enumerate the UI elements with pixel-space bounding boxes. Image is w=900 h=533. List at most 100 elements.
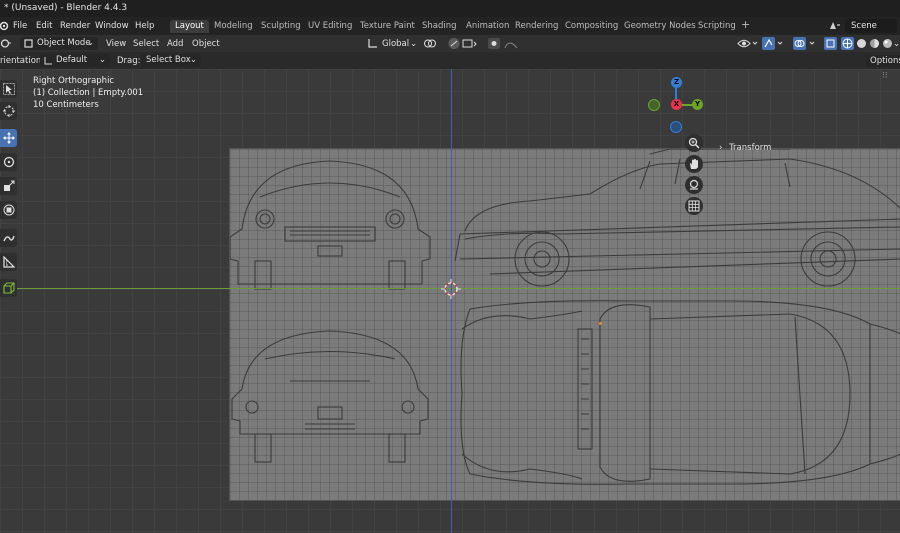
drag-dropdown[interactable]: Select Box ⌄	[141, 54, 201, 67]
blueprint-reference-image[interactable]	[229, 148, 900, 501]
3d-cursor-tool-icon	[3, 105, 15, 117]
rotate-tool[interactable]	[0, 153, 17, 171]
snap-icon[interactable]	[447, 37, 461, 50]
ruler-icon	[3, 256, 15, 268]
chevron-down-icon: ⌄	[98, 55, 106, 65]
orientation-label: rientation:	[0, 56, 45, 66]
rotate-icon	[3, 156, 15, 168]
proportional-editing-icon[interactable]	[487, 37, 501, 50]
gizmo-toggle-icon[interactable]	[762, 37, 784, 50]
viewport-header: Object Mode ⌄ View Select Add Object Glo…	[0, 35, 900, 52]
scale-icon	[4, 180, 15, 191]
scene-selector-icon[interactable]	[828, 20, 842, 31]
scale-tool[interactable]	[0, 177, 17, 195]
tab-texture-paint[interactable]: Texture Paint	[355, 20, 420, 33]
car-blueprint-drawing	[229, 148, 900, 485]
menu-file[interactable]: File	[13, 21, 27, 31]
add-workspace-button[interactable]: +	[736, 18, 755, 31]
orientation-value[interactable]: Global	[382, 39, 409, 49]
transform-tool[interactable]	[0, 201, 17, 219]
annotate-icon	[3, 235, 15, 242]
move-tool[interactable]	[0, 129, 17, 147]
z-axis-line	[451, 69, 452, 533]
menu-help[interactable]: Help	[135, 21, 154, 31]
material-shading-icon[interactable]	[869, 38, 880, 49]
solid-shading-icon[interactable]	[856, 38, 867, 49]
orientation-axes-icon	[44, 57, 52, 65]
editor-type-icon[interactable]	[0, 38, 12, 49]
perspective-toggle-button[interactable]	[685, 197, 703, 215]
menu-object[interactable]: Object	[192, 39, 220, 49]
wireframe-shading-icon[interactable]	[841, 37, 854, 50]
camera-view-button[interactable]	[685, 176, 703, 194]
orientation-dropdown-value: Default	[56, 55, 88, 65]
tab-animation[interactable]: Animation	[461, 20, 514, 33]
pivot-point-icon[interactable]	[423, 38, 437, 49]
chevron-down-icon: ⌄	[189, 55, 197, 65]
overlays-icon[interactable]	[793, 37, 817, 50]
tab-shading[interactable]: Shading	[417, 20, 462, 33]
chevron-down-icon[interactable]: ⌄	[893, 39, 900, 49]
empty-object-origin[interactable]	[599, 322, 602, 325]
chevron-down-icon[interactable]: ⌄	[410, 39, 417, 49]
3d-viewport[interactable]: Right Orthographic (1) Collection | Empt…	[0, 69, 900, 533]
transform-icon	[3, 204, 15, 216]
orientation-dropdown[interactable]: Default ⌄	[40, 54, 110, 67]
chevron-down-icon: ⌄	[86, 38, 94, 48]
menu-select[interactable]: Select	[133, 39, 159, 49]
menu-render[interactable]: Render	[60, 21, 90, 31]
tab-scripting[interactable]: Scripting	[693, 20, 741, 33]
title-bar: * (Unsaved) - Blender 4.4.3	[0, 0, 900, 17]
scene-field[interactable]: Scene	[845, 19, 897, 33]
mode-label: Object Mode	[37, 38, 91, 48]
gizmo-x-axis[interactable]: X	[671, 99, 682, 110]
tab-geometry-nodes[interactable]: Geometry Nodes	[619, 20, 701, 33]
cursor-tool[interactable]	[0, 102, 17, 120]
cursor-arrow-icon	[3, 83, 15, 95]
visibility-icon[interactable]	[737, 37, 759, 50]
transform-orientation-icon	[368, 39, 377, 48]
add-cube-tool[interactable]	[0, 279, 17, 297]
menu-view[interactable]: View	[106, 39, 126, 49]
grid-scale-label: 10 Centimeters	[33, 100, 99, 110]
blender-logo-icon[interactable]	[0, 20, 10, 31]
menu-window[interactable]: Window	[95, 21, 129, 31]
xray-icon[interactable]	[824, 37, 837, 50]
hand-icon	[690, 159, 698, 169]
falloff-icon[interactable]	[504, 38, 518, 49]
tab-uv-editing[interactable]: UV Editing	[303, 20, 357, 33]
snap-target-icon[interactable]	[462, 38, 478, 49]
options-button[interactable]: Options	[866, 55, 900, 67]
panel-drag-handle-icon[interactable]: ⁝⁝	[882, 71, 888, 81]
zoom-icon	[688, 137, 700, 149]
collection-label: (1) Collection | Empty.001	[33, 88, 144, 98]
object-mode-icon	[24, 39, 33, 48]
measure-tool[interactable]	[0, 253, 17, 271]
pan-button[interactable]	[685, 155, 703, 173]
chevron-right-icon: ›	[719, 143, 723, 153]
menu-edit[interactable]: Edit	[36, 21, 52, 31]
tool-shelf	[0, 78, 18, 308]
mode-dropdown[interactable]: Object Mode ⌄	[20, 37, 98, 50]
view-name-label: Right Orthographic	[33, 76, 115, 86]
scene-name: Scene	[851, 21, 877, 31]
annotate-tool[interactable]	[0, 229, 17, 247]
gizmo-z-axis[interactable]: Z	[671, 77, 682, 88]
zoom-button[interactable]	[685, 134, 703, 152]
menu-add[interactable]: Add	[167, 39, 183, 49]
transform-panel-header[interactable]: › Transform	[719, 143, 771, 153]
drag-label: Drag:	[117, 56, 141, 66]
window-title: * (Unsaved) - Blender 4.4.3	[4, 3, 128, 13]
tab-rendering[interactable]: Rendering	[510, 20, 563, 33]
tab-sculpting[interactable]: Sculpting	[256, 20, 306, 33]
gizmo-y-axis[interactable]: Y	[692, 99, 703, 110]
tab-compositing[interactable]: Compositing	[560, 20, 623, 33]
3d-cursor-icon[interactable]	[441, 279, 461, 299]
camera-icon	[689, 179, 699, 190]
tab-modeling[interactable]: Modeling	[209, 20, 258, 33]
rendered-shading-icon[interactable]	[882, 38, 893, 49]
select-box-tool[interactable]	[0, 80, 17, 98]
cube-icon	[3, 282, 15, 294]
grid-icon	[688, 200, 700, 212]
tab-layout[interactable]: Layout	[170, 20, 209, 33]
